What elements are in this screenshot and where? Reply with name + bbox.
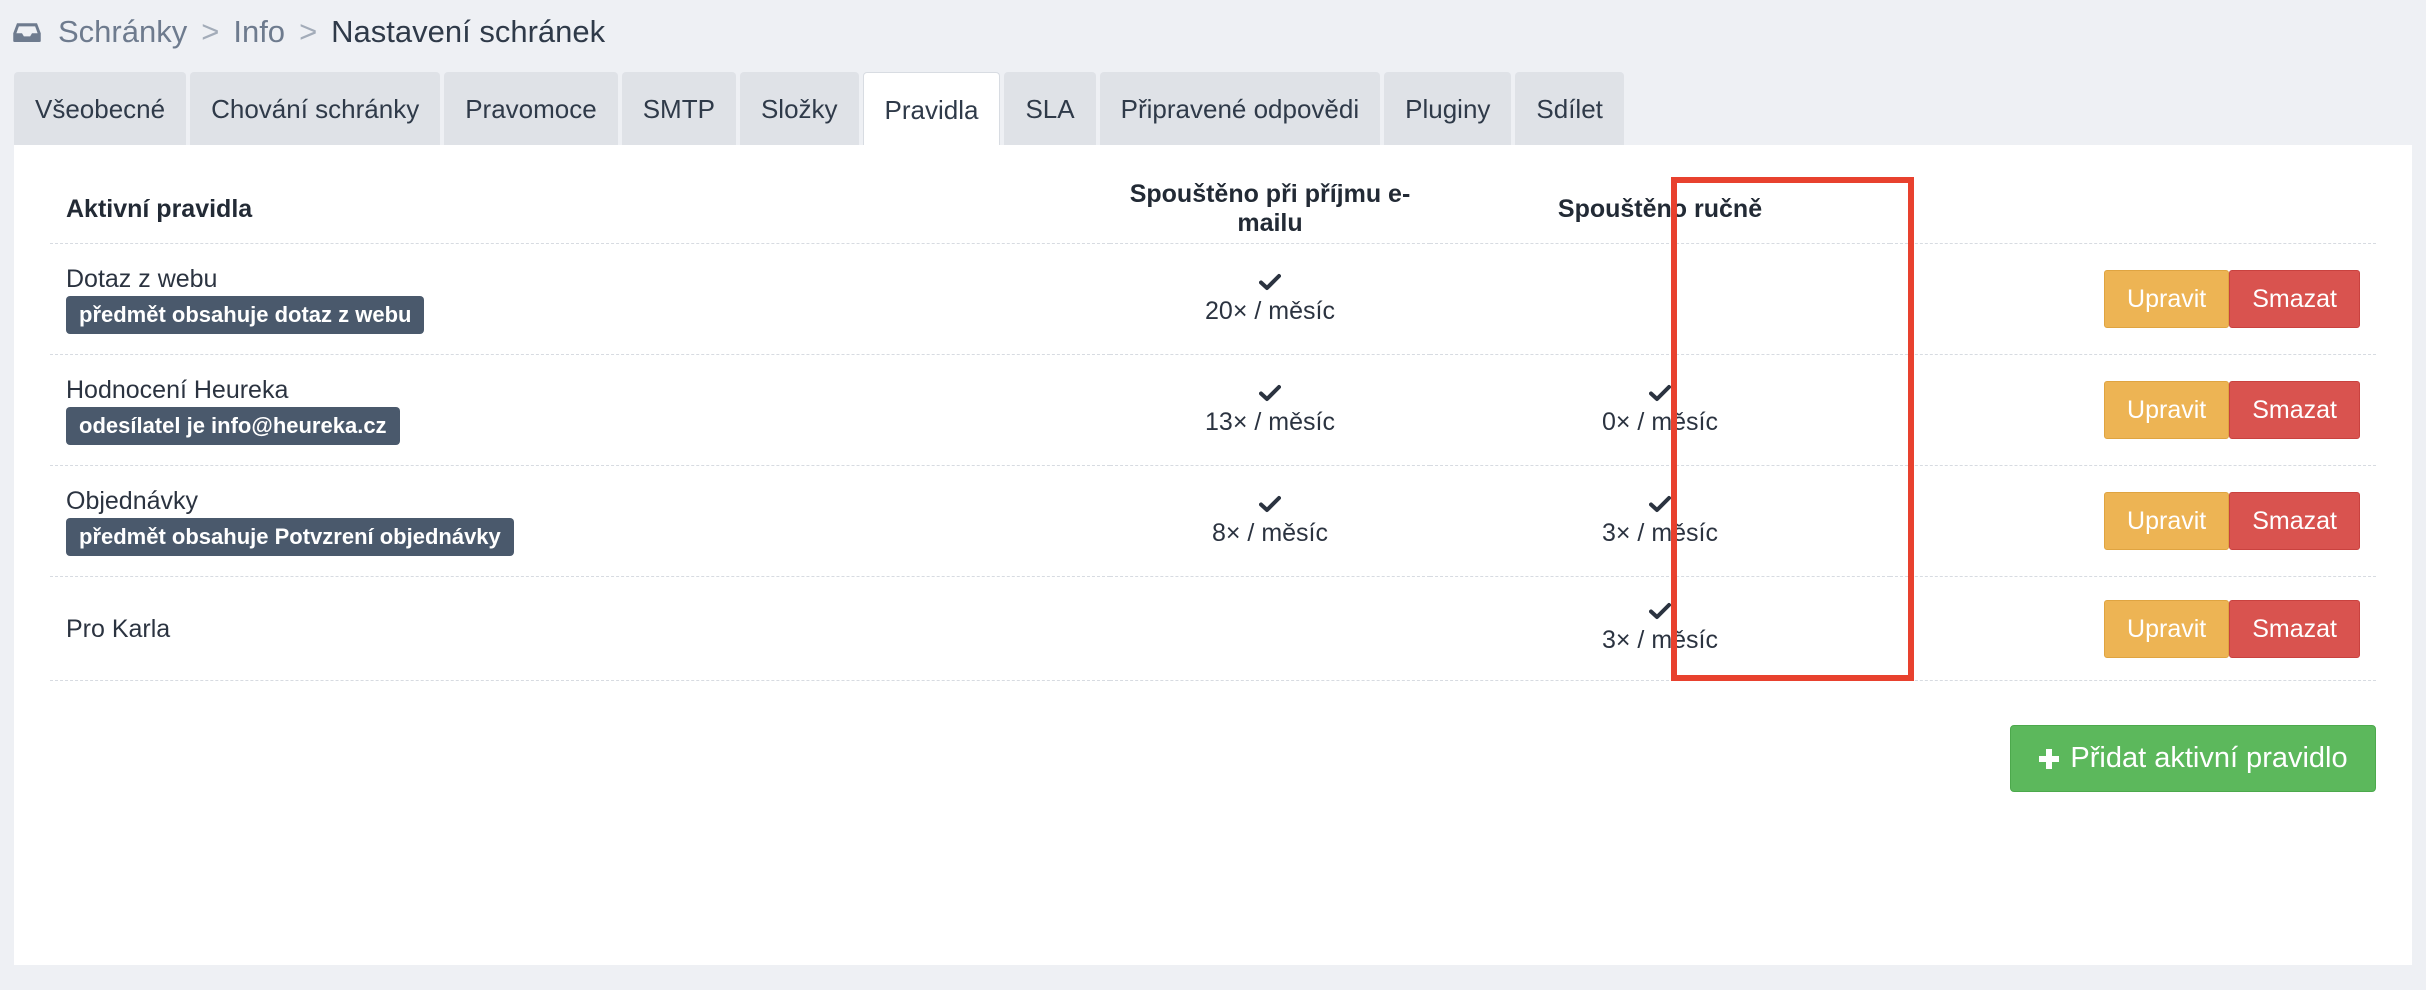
rule-name: Hodnocení Heureka (66, 376, 289, 404)
edit-button[interactable]: Upravit (2104, 270, 2230, 328)
breadcrumb-separator: > (299, 14, 318, 49)
table-row: Objednávky předmět obsahuje Potvzrení ob… (50, 465, 2376, 577)
check-icon (1259, 273, 1281, 290)
tab-general[interactable]: Všeobecné (14, 72, 187, 146)
add-active-rule-label: Přidat aktivní pravidlo (2070, 742, 2348, 774)
table-row: Dotaz z webu předmět obsahuje dotaz z we… (50, 243, 2376, 355)
rule-name: Dotaz z webu (66, 265, 218, 293)
settings-tabs: Všeobecné Chování schránky Pravomoce SMT… (14, 72, 1624, 148)
manual-trigger-count: 0× / měsíc (1601, 407, 1718, 436)
tab-folders[interactable]: Složky (739, 72, 859, 146)
edit-button[interactable]: Upravit (2104, 492, 2230, 550)
manual-trigger-count: 3× / měsíc (1601, 626, 1718, 654)
add-active-rule-button[interactable]: Přidat aktivní pravidlo (2010, 725, 2376, 792)
auto-trigger-count: 13× / měsíc (1205, 407, 1335, 436)
rules-table: Aktivní pravidla Spouštěno při příjmu e-… (50, 175, 2376, 681)
check-icon (1649, 495, 1671, 512)
column-header-triggered-manually: Spouštěno ručně (1430, 175, 1890, 244)
delete-button[interactable]: Smazat (2229, 270, 2360, 328)
auto-trigger-count: 8× / měsíc (1211, 518, 1328, 547)
tab-rules[interactable]: Pravidla (862, 72, 1001, 148)
rule-condition-badge: odesílatel je info@heureka.cz (66, 407, 400, 445)
table-row: Pro Karla 3× / měsíc Upravit Smazat (50, 576, 2376, 681)
breadcrumb-link-inboxes[interactable]: Schránky (58, 14, 187, 50)
column-header-triggered-on-receive: Spouštěno při příjmu e-mailu (1110, 175, 1430, 244)
edit-button[interactable]: Upravit (2104, 599, 2230, 658)
rule-name: Objednávky (66, 487, 199, 515)
rule-condition-badge: předmět obsahuje Potvzrení objednávky (66, 518, 514, 556)
manual-trigger-count: 3× / měsíc (1601, 518, 1718, 547)
delete-button[interactable]: Smazat (2229, 599, 2360, 658)
tab-sla[interactable]: SLA (1004, 72, 1096, 146)
inbox-icon (13, 23, 41, 42)
tab-smtp[interactable]: SMTP (621, 72, 736, 146)
auto-trigger-empty (1110, 576, 1430, 681)
plus-icon (2039, 748, 2060, 769)
check-icon (1649, 603, 1671, 619)
breadcrumb-current: Nastavení schránek (331, 14, 606, 49)
breadcrumb: Schránky > Info > Nastavení schránek (12, 8, 605, 56)
tab-plugins[interactable]: Pluginy (1384, 72, 1512, 146)
breadcrumb-separator: > (201, 14, 220, 49)
delete-button[interactable]: Smazat (2229, 381, 2360, 439)
rule-name: Pro Karla (66, 614, 171, 643)
edit-button[interactable]: Upravit (2104, 381, 2230, 439)
rule-condition-badge: předmět obsahuje dotaz z webu (66, 296, 425, 334)
rules-panel: Aktivní pravidla Spouštěno při příjmu e-… (14, 145, 2412, 965)
check-icon (1259, 384, 1281, 401)
tab-canned-responses[interactable]: Připravené odpovědi (1099, 72, 1381, 146)
manual-trigger-empty (1430, 243, 1890, 355)
delete-button[interactable]: Smazat (2229, 492, 2360, 550)
tab-permissions[interactable]: Pravomoce (444, 72, 618, 146)
breadcrumb-link-info[interactable]: Info (233, 14, 285, 50)
auto-trigger-count: 20× / měsíc (1205, 296, 1335, 325)
tab-share[interactable]: Sdílet (1515, 72, 1624, 146)
column-header-rule-name: Aktivní pravidla (50, 175, 1110, 244)
check-icon (1259, 495, 1281, 512)
tab-inbox-behavior[interactable]: Chování schránky (190, 72, 441, 146)
table-row: Hodnocení Heureka odesílatel je info@heu… (50, 354, 2376, 466)
check-icon (1649, 384, 1671, 401)
